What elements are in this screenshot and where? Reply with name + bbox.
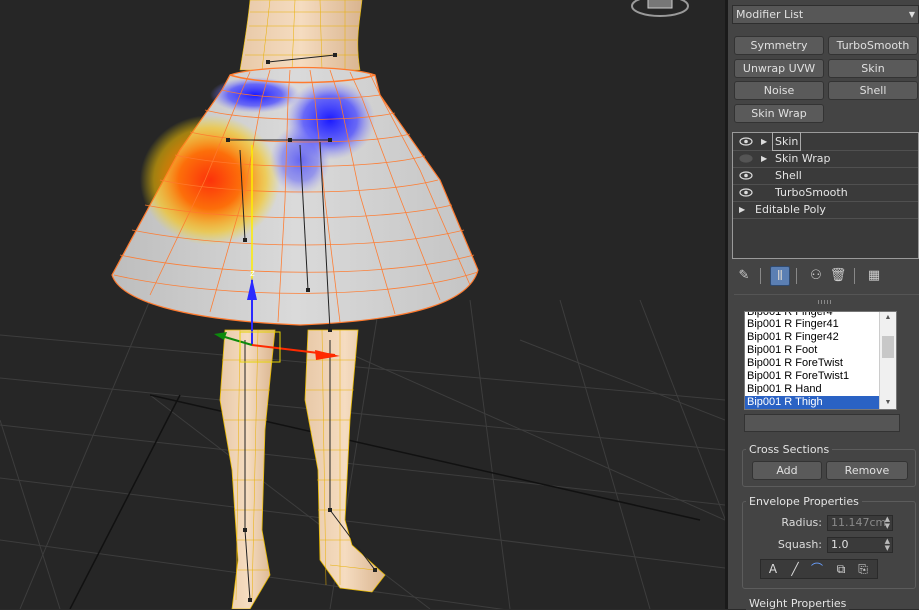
make-unique-icon[interactable]: ⚇ <box>806 266 826 286</box>
list-item[interactable]: Bip001 R Hand <box>745 383 881 396</box>
modifier-stack: ▶ Skin ▶ Skin Wrap Shell TurboSmooth ▶ E… <box>732 132 919 259</box>
stack-item-label: Skin Wrap <box>775 152 831 165</box>
radius-label: Radius: <box>781 516 822 529</box>
copy-icon[interactable]: ⧉ <box>831 560 851 578</box>
scroll-down-icon[interactable]: ▼ <box>880 397 896 409</box>
expand-triangle-icon[interactable]: ▶ <box>761 133 767 150</box>
stack-item-label: Editable Poly <box>755 203 826 216</box>
list-item[interactable]: Bip001 R Foot <box>745 344 881 357</box>
configure-modifier-sets-icon[interactable]: ▦ <box>864 266 884 286</box>
stack-item-skin-wrap[interactable]: ▶ Skin Wrap <box>733 150 918 168</box>
modify-panel: Modifier List ▼ Symmetry TurboSmooth Unw… <box>728 0 919 610</box>
noise-button[interactable]: Noise <box>734 81 824 100</box>
turbosmooth-button[interactable]: TurboSmooth <box>828 36 918 55</box>
viewport-scene: z <box>0 0 725 609</box>
expand-triangle-icon[interactable]: ▶ <box>761 150 767 167</box>
list-item-selected[interactable]: Bip001 R Thigh <box>745 396 881 409</box>
bone-list[interactable]: Bip001 R Finger4 Bip001 R Finger41 Bip00… <box>744 311 897 410</box>
stack-item-label: Shell <box>775 169 802 182</box>
eye-icon[interactable] <box>739 167 753 184</box>
stack-item-turbosmooth[interactable]: TurboSmooth <box>733 184 918 202</box>
modifier-list-label: Modifier List <box>736 8 804 21</box>
scroll-up-icon[interactable]: ▲ <box>880 312 896 324</box>
spinner-arrows-icon[interactable]: ▲ ▼ <box>885 538 890 552</box>
shell-button[interactable]: Shell <box>828 81 918 100</box>
absolute-a-icon[interactable]: A <box>763 560 783 578</box>
stack-item-shell[interactable]: Shell <box>733 167 918 185</box>
stack-item-skin[interactable]: ▶ Skin <box>733 132 918 151</box>
stack-item-label: TurboSmooth <box>775 186 848 199</box>
weight-properties-title: Weight Properties <box>746 597 850 610</box>
symmetry-button[interactable]: Symmetry <box>734 36 824 55</box>
viewcube-icon <box>631 0 689 17</box>
remove-modifier-icon[interactable]: 🗑 <box>828 266 848 286</box>
skirt-mesh <box>111 66 479 326</box>
scroll-thumb[interactable] <box>882 336 894 358</box>
skin-button[interactable]: Skin <box>828 59 918 78</box>
squash-spinner[interactable]: 1.0 ▲ ▼ <box>827 537 893 553</box>
modifier-list-dropdown[interactable]: Modifier List ▼ <box>732 5 919 24</box>
list-item[interactable]: Bip001 R ForeTwist <box>745 357 881 370</box>
squash-label: Squash: <box>777 538 822 551</box>
radius-value: 11.147cm <box>831 516 887 529</box>
envelope-tools: A ╱ ⌒ ⧉ ⎘ <box>760 559 878 579</box>
show-end-result-icon[interactable]: Ⅱ <box>770 266 790 286</box>
list-item[interactable]: Bip001 R Finger41 <box>745 318 881 331</box>
squash-value: 1.0 <box>831 538 849 551</box>
add-cross-section-button[interactable]: Add <box>752 461 822 480</box>
bone-name-field[interactable] <box>744 414 900 432</box>
torso-mesh <box>239 0 363 71</box>
spinner-arrows-icon[interactable]: ▲ ▼ <box>885 516 890 530</box>
chevron-down-icon: ▼ <box>908 10 915 19</box>
eye-off-icon[interactable] <box>739 150 753 167</box>
paste-icon[interactable]: ⎘ <box>853 560 873 578</box>
eye-icon[interactable] <box>739 133 753 150</box>
stack-item-editable-poly[interactable]: ▶ Editable Poly <box>733 201 918 219</box>
falloff-curve-icon[interactable]: ⌒ <box>807 560 827 578</box>
perspective-viewport[interactable]: z <box>0 0 725 609</box>
svg-text:z: z <box>250 269 255 279</box>
pen-icon[interactable]: ╱ <box>785 560 805 578</box>
expand-triangle-icon[interactable]: ▶ <box>739 201 745 218</box>
rollout-grip[interactable] <box>818 300 832 304</box>
eye-icon[interactable] <box>739 184 753 201</box>
envelope-properties-title: Envelope Properties <box>746 495 862 508</box>
remove-cross-section-button[interactable]: Remove <box>826 461 908 480</box>
list-item[interactable]: Bip001 R ForeTwist1 <box>745 370 881 383</box>
stack-item-label: Skin <box>771 132 802 151</box>
pin-stack-icon[interactable]: ✎ <box>734 266 754 286</box>
list-item[interactable]: Bip001 R Finger42 <box>745 331 881 344</box>
unwrap-uvw-button[interactable]: Unwrap UVW <box>734 59 824 78</box>
stack-toolbar: ✎ Ⅱ ⚇ 🗑 ▦ <box>728 264 919 288</box>
skin-wrap-button[interactable]: Skin Wrap <box>734 104 824 123</box>
radius-spinner[interactable]: 11.147cm ▲ ▼ <box>827 515 893 531</box>
cross-sections-title: Cross Sections <box>746 443 833 456</box>
bone-list-scrollbar[interactable]: ▲ ▼ <box>879 312 896 409</box>
